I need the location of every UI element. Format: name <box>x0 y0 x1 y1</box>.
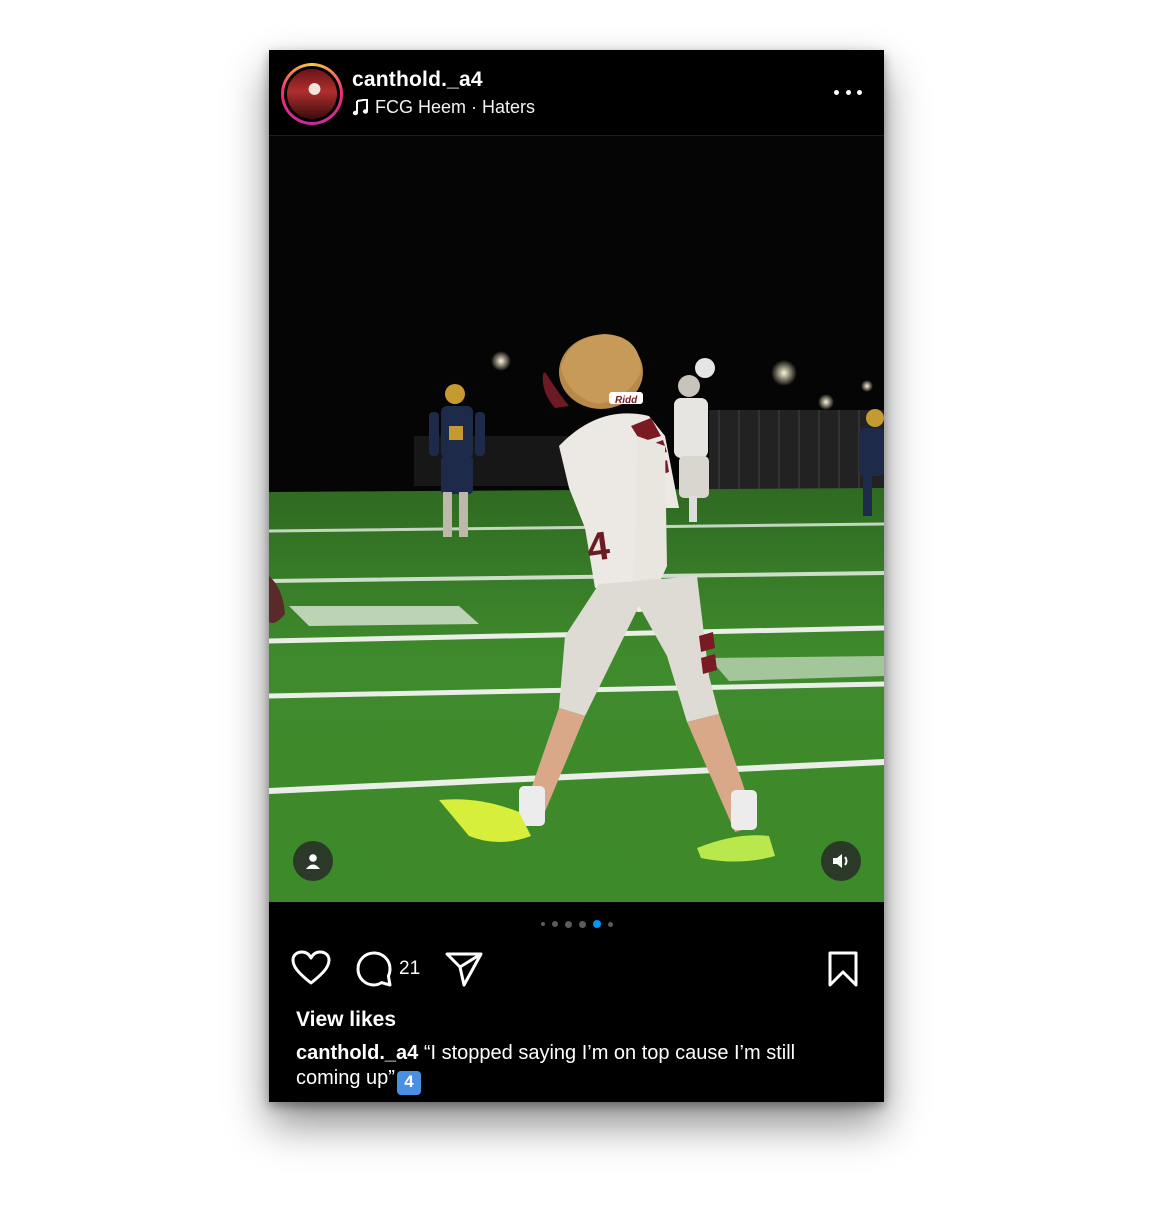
bookmark-icon <box>828 951 858 987</box>
comment-bubble-icon <box>356 951 392 987</box>
person-tag-icon <box>306 854 320 869</box>
more-options-icon[interactable] <box>834 80 862 104</box>
avatar[interactable] <box>287 69 337 119</box>
save-button[interactable] <box>827 950 859 988</box>
share-button[interactable] <box>444 950 484 988</box>
carousel-dot <box>551 921 558 927</box>
caption: canthold._a4 “I stopped saying I’m on to… <box>296 1041 856 1095</box>
tagged-people-button[interactable] <box>293 841 333 881</box>
caption-username[interactable]: canthold._a4 <box>296 1042 418 1064</box>
music-note-icon <box>352 99 368 116</box>
post-header: canthold._a4 FCG Heem · Haters <box>269 50 884 136</box>
carousel-dot <box>578 920 586 928</box>
heart-icon <box>291 950 331 985</box>
audio-label: FCG Heem · Haters <box>375 97 536 117</box>
view-likes-link[interactable]: View likes <box>296 1008 396 1032</box>
keycap-emoji: 4 <box>396 1071 421 1095</box>
helmet-brand-text: Ridd <box>615 395 638 406</box>
action-bar: 21 <box>269 950 884 990</box>
carousel-indicator <box>269 920 884 928</box>
post-photo[interactable]: Ridd 4 <box>269 136 884 902</box>
paper-plane-icon <box>445 952 483 987</box>
carousel-dot <box>607 921 613 927</box>
carousel-dot-active <box>592 920 601 928</box>
speaker-icon <box>833 854 848 868</box>
comment-button[interactable]: 21 <box>355 950 420 988</box>
carousel-dot <box>564 920 572 928</box>
username[interactable]: canthold._a4 <box>352 68 483 92</box>
post-card: canthold._a4 FCG Heem · Haters Ridd 4 21… <box>269 50 884 1102</box>
story-ring[interactable] <box>281 63 343 125</box>
carousel-dot <box>540 922 545 926</box>
audio-link[interactable]: FCG Heem · Haters <box>352 97 535 118</box>
football-photo: Ridd 4 <box>269 136 884 902</box>
comment-count: 21 <box>399 958 421 979</box>
audio-toggle-button[interactable] <box>821 841 861 881</box>
like-button[interactable] <box>291 950 331 986</box>
